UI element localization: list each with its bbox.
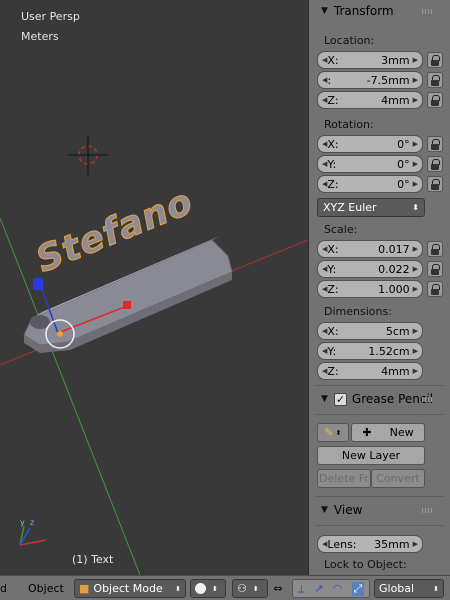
lock-icon[interactable]	[427, 241, 443, 257]
right-arrow-icon[interactable]: ▶	[413, 56, 418, 64]
lock-to-object-label: Lock to Object:	[324, 558, 407, 571]
rotation-mode-value: XYZ Euler	[323, 201, 377, 214]
right-arrow-icon[interactable]: ▶	[413, 140, 418, 148]
grease-pencil-panel-header[interactable]: ▼ ✓ Grease Pencil	[309, 388, 450, 410]
translate-icon[interactable]: ↗	[314, 582, 323, 595]
right-arrow-icon[interactable]: ▶	[413, 96, 418, 104]
lock-icon[interactable]	[427, 72, 443, 88]
view-title: View	[333, 503, 363, 517]
convert-button[interactable]: Convert	[371, 469, 425, 488]
rotation-field[interactable]: ◀ Y: 0° ▶	[317, 155, 423, 173]
updown-arrows-icon: ⬍	[412, 203, 419, 212]
orientation-dropdown[interactable]: Global ⬍	[374, 579, 444, 598]
grease-pencil-title: Grease Pencil	[351, 392, 434, 406]
z-gizmo-handle	[33, 278, 43, 290]
add-menu[interactable]: d	[0, 579, 7, 598]
transform-title: Transform	[333, 4, 394, 18]
scale-field[interactable]: ◀ X: 0.017 ▶	[317, 240, 423, 258]
viewport-header: d Object ■ Object Mode ⬍ ⬍ ⚇ ⬍ ⇔ ⟂ ↗ ◠ ⤢…	[0, 575, 450, 600]
right-arrow-icon[interactable]: ▶	[413, 327, 418, 335]
lock-icon[interactable]	[427, 136, 443, 152]
pencil-source-dropdown[interactable]: ✎ ⬍	[317, 423, 349, 442]
grease-pencil-checkbox[interactable]: ✓	[333, 392, 347, 406]
lock-icon[interactable]	[427, 281, 443, 297]
active-object-label: (1) Text	[72, 553, 114, 566]
right-arrow-icon[interactable]: ▶	[413, 160, 418, 168]
transform-panel-header[interactable]: ▼ Transform	[309, 0, 450, 22]
scale-field[interactable]: ◀ Y: 0.022 ▶	[317, 260, 423, 278]
view-panel-header[interactable]: ▼ View	[309, 499, 450, 521]
rotation-label: Rotation:	[324, 118, 374, 131]
solid-sphere-icon	[195, 583, 206, 594]
right-arrow-icon[interactable]: ▶	[413, 180, 418, 188]
rotate-icon[interactable]: ◠	[333, 582, 343, 595]
rotation-field[interactable]: ◀ Z: 0° ▶	[317, 175, 423, 193]
orient-x	[19, 539, 47, 546]
viewport-canvas	[0, 135, 308, 575]
drag-grip-icon[interactable]	[422, 9, 434, 14]
location-field[interactable]: ◀ Z: 4mm ▶	[317, 91, 423, 109]
manipulator-icon[interactable]: ⟂	[298, 582, 305, 596]
lock-icon[interactable]	[427, 92, 443, 108]
dimension-field[interactable]: ◀ Y: 1.52cm ▶	[317, 342, 423, 360]
units-label: Meters	[21, 30, 59, 43]
orient-y-label: y	[20, 518, 25, 527]
keytag-ring-hole	[30, 315, 50, 329]
scale-field[interactable]: ◀ Z: 1.000 ▶	[317, 280, 423, 298]
mode-dropdown[interactable]: ■ Object Mode ⬍	[74, 579, 186, 598]
lock-icon[interactable]	[427, 261, 443, 277]
lock-icon[interactable]	[427, 52, 443, 68]
location-field[interactable]: ◀: -7.5mm ▶	[317, 71, 423, 89]
3d-viewport[interactable]: Stefano User Persp Meters (1) Text y z	[0, 0, 308, 575]
manipulator-toggles[interactable]: ⟂ ↗ ◠ ⤢	[292, 579, 370, 598]
orient-z-label: z	[30, 518, 35, 527]
cube-icon: ■	[79, 582, 90, 595]
grease-pencil-new-button[interactable]: ✚ New	[351, 423, 425, 442]
collapse-triangle-icon: ▼	[321, 6, 328, 16]
lock-icon[interactable]	[427, 176, 443, 192]
pencil-icon: ✎	[324, 426, 334, 439]
right-arrow-icon[interactable]: ▶	[413, 245, 418, 253]
shading-dropdown[interactable]: ⬍	[190, 579, 226, 598]
right-arrow-icon[interactable]: ▶	[413, 265, 418, 273]
lens-field[interactable]: ◀ Lens: 35mm ▶	[317, 535, 423, 553]
scale-label: Scale:	[324, 223, 358, 236]
right-arrow-icon[interactable]: ▶	[413, 76, 418, 84]
dimension-field[interactable]: ◀ X: 5cm ▶	[317, 322, 423, 340]
properties-sidebar: ▼ Transform Location: ◀ X: 3mm ▶ ◀: -7.5mm ▶ ◀ Z…	[308, 0, 450, 575]
drag-grip-icon[interactable]	[422, 397, 434, 402]
dimension-field[interactable]: ◀ Z: 4mm ▶	[317, 362, 423, 380]
right-arrow-icon[interactable]: ▶	[413, 367, 418, 375]
view-name-label: User Persp	[21, 10, 80, 23]
right-arrow-icon[interactable]: ▶	[413, 285, 418, 293]
lock-icon[interactable]	[427, 156, 443, 172]
rotation-field[interactable]: ◀ X: 0° ▶	[317, 135, 423, 153]
object-menu[interactable]: Object	[28, 579, 64, 598]
location-label: Location:	[324, 34, 375, 47]
rotation-mode-dropdown[interactable]: XYZ Euler ⬍	[317, 198, 425, 217]
pivot-dropdown[interactable]: ⚇ ⬍	[232, 579, 268, 598]
dimensions-label: Dimensions:	[324, 305, 392, 318]
location-field[interactable]: ◀ X: 3mm ▶	[317, 51, 423, 69]
x-gizmo-handle	[123, 301, 131, 309]
snap-align-icon[interactable]: ⇔	[268, 579, 288, 598]
object-origin	[57, 331, 63, 337]
right-arrow-icon[interactable]: ▶	[413, 347, 418, 355]
collapse-triangle-icon: ▼	[321, 394, 328, 404]
collapse-triangle-icon: ▼	[321, 505, 328, 515]
pivot-icon: ⚇	[237, 582, 247, 595]
plus-icon: ✚	[362, 426, 372, 439]
new-layer-button[interactable]: New Layer	[317, 446, 425, 465]
drag-grip-icon[interactable]	[422, 508, 434, 513]
scale-icon[interactable]: ⤢	[351, 581, 365, 596]
delete-frame-button[interactable]: Delete Fr	[317, 469, 371, 488]
